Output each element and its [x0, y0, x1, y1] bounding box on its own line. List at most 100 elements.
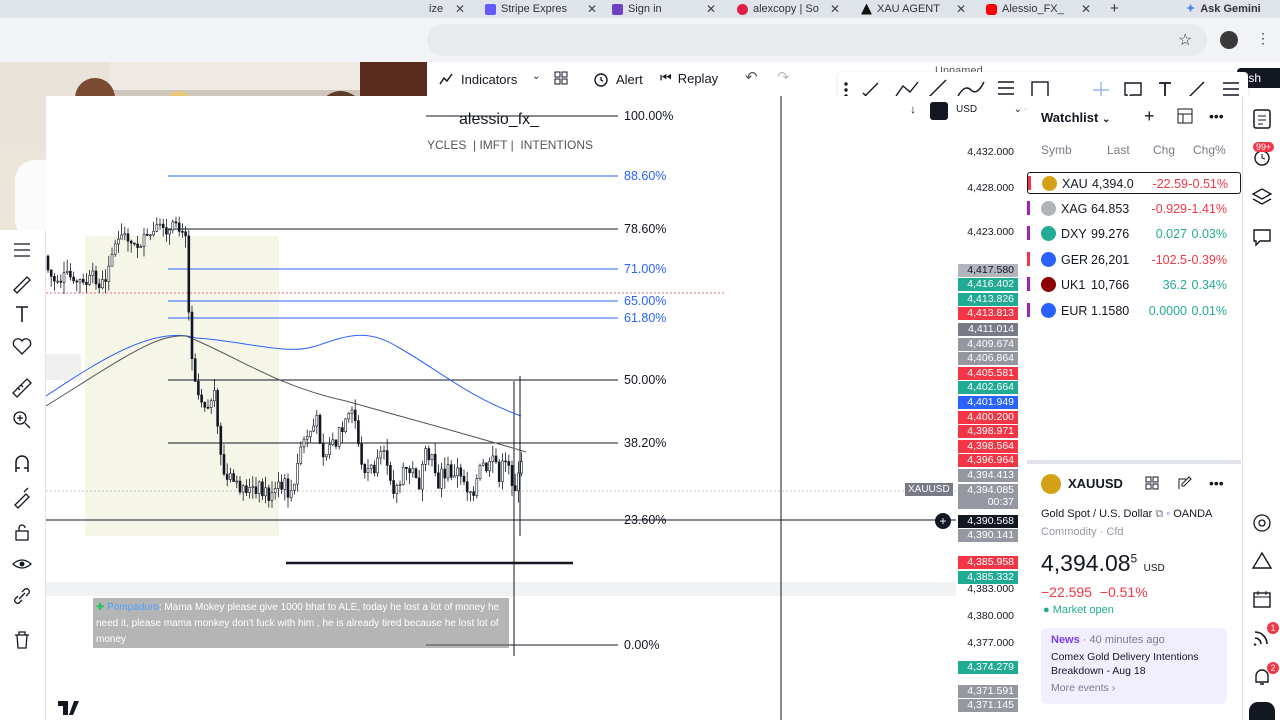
symbol-logo-icon: [1042, 176, 1057, 191]
apps-grid-icon[interactable]: [1249, 702, 1275, 720]
detail-broker[interactable]: OANDA: [1173, 508, 1212, 520]
stay-drawing-icon[interactable]: [10, 486, 34, 510]
candle-body: [350, 409, 354, 414]
advanced-view-icon[interactable]: [1177, 108, 1193, 124]
watchlist-row[interactable]: XAU 4,394.0 -22.59 -0.51%: [1027, 172, 1241, 194]
candle-body: [424, 448, 427, 465]
tab-close-icon[interactable]: ✕: [956, 3, 966, 15]
tab-close-icon[interactable]: ✕: [455, 3, 465, 15]
browser-menu-icon[interactable]: ⋮: [1256, 30, 1270, 47]
browser-tab[interactable]: Sign in ✕: [612, 0, 734, 18]
chat-icon[interactable]: [1251, 226, 1273, 248]
chevron-down-icon[interactable]: ⌄: [532, 71, 540, 82]
browser-tab[interactable]: Alessio_FX_ ✕: [986, 0, 1110, 18]
candle-body: [373, 464, 376, 474]
grid-icon[interactable]: [1144, 475, 1160, 491]
watchlist-row[interactable]: EUR 1.1580 0.0000 0.01%: [1027, 300, 1241, 322]
tab-close-icon[interactable]: ✕: [1081, 3, 1091, 15]
candle-body: [65, 270, 69, 274]
new-tab-button[interactable]: +: [1110, 0, 1122, 18]
replay-icon: ⏮: [660, 70, 672, 85]
ask-gemini-button[interactable]: ✦ Ask Gemini: [1186, 0, 1278, 18]
drag-handle-icon[interactable]: [844, 82, 848, 98]
fib-level-label: 71.00%: [624, 262, 667, 276]
watchlist-row[interactable]: GER 26,201 -102.5 -0.39%: [1027, 249, 1241, 271]
redo-icon[interactable]: ↷: [777, 68, 790, 86]
templates-icon[interactable]: [553, 70, 569, 86]
news-card[interactable]: News · 40 minutes ago Comex Gold Deliver…: [1041, 628, 1227, 704]
watchlist-row[interactable]: UK1 10,766 36.2 0.34%: [1027, 274, 1241, 296]
column-header-last[interactable]: Last: [1107, 143, 1130, 157]
alerts-badge: 2: [1267, 662, 1279, 674]
eye-icon[interactable]: [10, 552, 34, 576]
add-symbol-icon[interactable]: +: [1144, 106, 1155, 127]
currency-selector[interactable]: USD ⌄: [956, 104, 1022, 115]
candle-body: [449, 464, 453, 478]
row-chgp: 0.34%: [1191, 278, 1227, 293]
bookmark-star-icon[interactable]: ☆: [1178, 30, 1192, 50]
browser-tab[interactable]: Stripe Expres ✕: [485, 0, 610, 18]
heart-icon[interactable]: [10, 334, 34, 358]
edit-note-icon[interactable]: [1177, 475, 1193, 491]
text-tool-icon[interactable]: [10, 302, 34, 326]
watchlist-title[interactable]: Watchlist ⌄: [1041, 110, 1110, 125]
candle-body: [389, 465, 392, 481]
more-options-icon[interactable]: •••: [1209, 475, 1224, 491]
ideas-badge: 1: [1267, 622, 1279, 634]
ruler-icon[interactable]: [10, 376, 34, 400]
price-scale-settings-icon[interactable]: [930, 102, 948, 120]
link-icon[interactable]: [10, 584, 34, 608]
calendar-icon[interactable]: [1251, 588, 1273, 610]
symbol-logo-icon: [1041, 303, 1056, 318]
browser-tab[interactable]: alexcopy | So ✕: [737, 0, 857, 18]
indicators-button[interactable]: Indicators: [437, 70, 517, 88]
more-events-link[interactable]: More events ›: [1051, 682, 1217, 694]
watchlist-row[interactable]: XAG 64.853 -0.929 -1.41%: [1027, 198, 1241, 220]
chart-pane[interactable]: alessio_fx_ YCLES | IMFT | INTENTIONS 10…: [45, 96, 956, 720]
target-icon[interactable]: [1251, 512, 1273, 534]
external-link-icon[interactable]: ⧉: [1155, 508, 1166, 520]
arrow-down-icon[interactable]: ↓: [910, 102, 916, 116]
layers-icon[interactable]: [1251, 186, 1273, 208]
pattern-icon[interactable]: [895, 81, 919, 97]
magnet-icon[interactable]: [10, 452, 34, 476]
trash-icon[interactable]: [10, 628, 34, 652]
column-header-chg[interactable]: Chg: [1153, 143, 1175, 157]
news-title[interactable]: Comex Gold Delivery Intentions Breakdown…: [1051, 650, 1217, 678]
tradingview-logo-icon[interactable]: [58, 701, 84, 715]
fib-tool-icon[interactable]: [10, 238, 34, 262]
more-options-icon[interactable]: •••: [1209, 108, 1224, 124]
tab-close-icon[interactable]: ✕: [830, 3, 840, 15]
watchlist-row[interactable]: DXY 99.276 0.027 0.03%: [1027, 223, 1241, 245]
browser-address-bar: ☆ ⋮: [0, 18, 1280, 62]
tab-close-icon[interactable]: ✕: [706, 3, 716, 15]
xau-agent-icon: [861, 3, 872, 15]
replay-button[interactable]: ⏮ Replay: [660, 70, 718, 86]
triangle-icon[interactable]: [1251, 550, 1273, 572]
price-tick-label: 4,380.000: [967, 610, 1014, 622]
url-omnibox[interactable]: [427, 24, 1207, 56]
column-header-chgp[interactable]: Chg%: [1193, 143, 1226, 157]
undo-icon[interactable]: ↶: [745, 68, 758, 86]
watchlist-icon[interactable]: [1251, 108, 1273, 130]
candle-body: [299, 446, 303, 464]
fib-level-label: 50.00%: [624, 373, 667, 387]
lock-icon[interactable]: [10, 520, 34, 544]
browser-tab[interactable]: XAU AGENT ✕: [861, 0, 983, 18]
detail-symbol[interactable]: XAUUSD: [1068, 476, 1123, 491]
pen-icon[interactable]: [957, 81, 985, 97]
pen-tool-icon[interactable]: [10, 270, 34, 294]
add-plus-icon[interactable]: +: [935, 513, 951, 529]
price-tag: 4,396.964: [958, 454, 1018, 467]
price-scale[interactable]: ↓ USD ⌄ 4,432.000 4,428.000 4,423.000 4,383.…: [910, 96, 1024, 720]
menu-icon[interactable]: [1223, 82, 1239, 96]
profile-avatar[interactable]: [1220, 31, 1238, 49]
zoom-in-icon[interactable]: [10, 408, 34, 432]
fib-level-label: 23.60%: [624, 513, 667, 527]
candle-body: [401, 466, 405, 485]
browser-tab[interactable]: ize ✕: [429, 0, 469, 18]
fib-retracement[interactable]: [168, 115, 618, 646]
alert-button[interactable]: Alert: [592, 70, 643, 88]
column-header-symbol[interactable]: Symb: [1041, 143, 1072, 157]
tab-close-icon[interactable]: ✕: [587, 3, 597, 15]
